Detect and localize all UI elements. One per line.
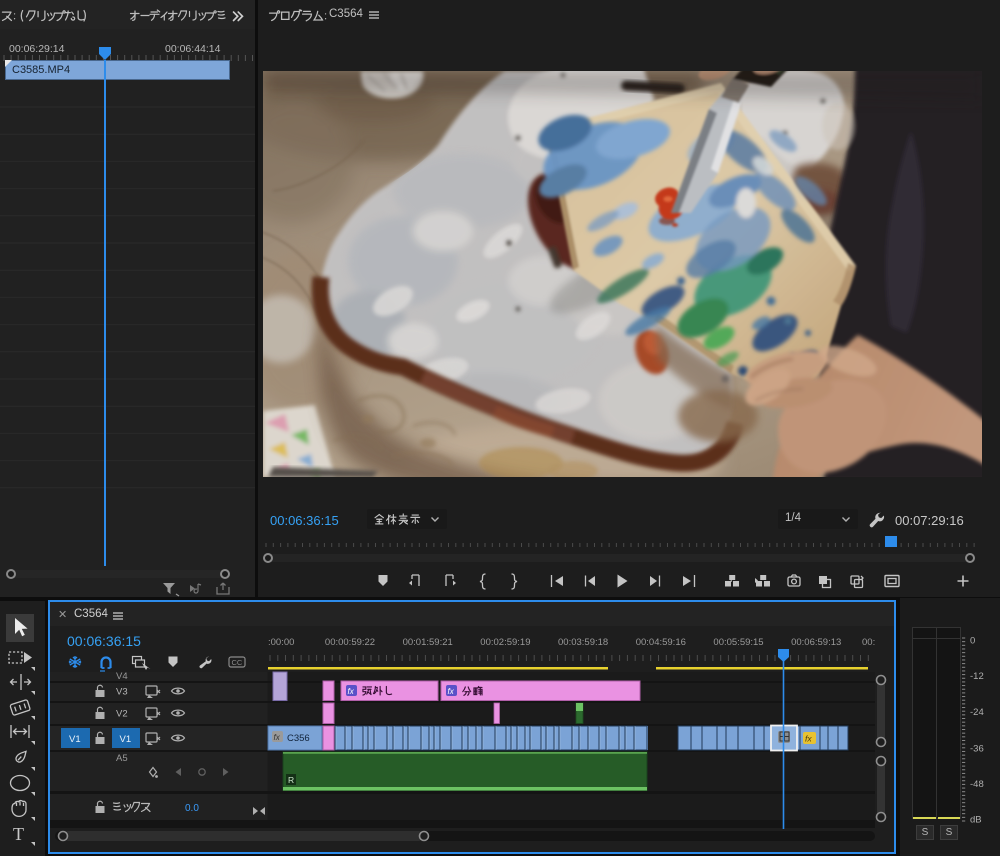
svg-text:-24: -24 [970,707,984,718]
svg-text:0: 0 [970,636,975,647]
svg-text:T: T [13,824,24,844]
svg-text:-36: -36 [970,744,984,755]
svg-text:-12: -12 [970,671,984,682]
svg-text:dB: dB [970,815,982,826]
svg-text:-48: -48 [970,779,984,790]
